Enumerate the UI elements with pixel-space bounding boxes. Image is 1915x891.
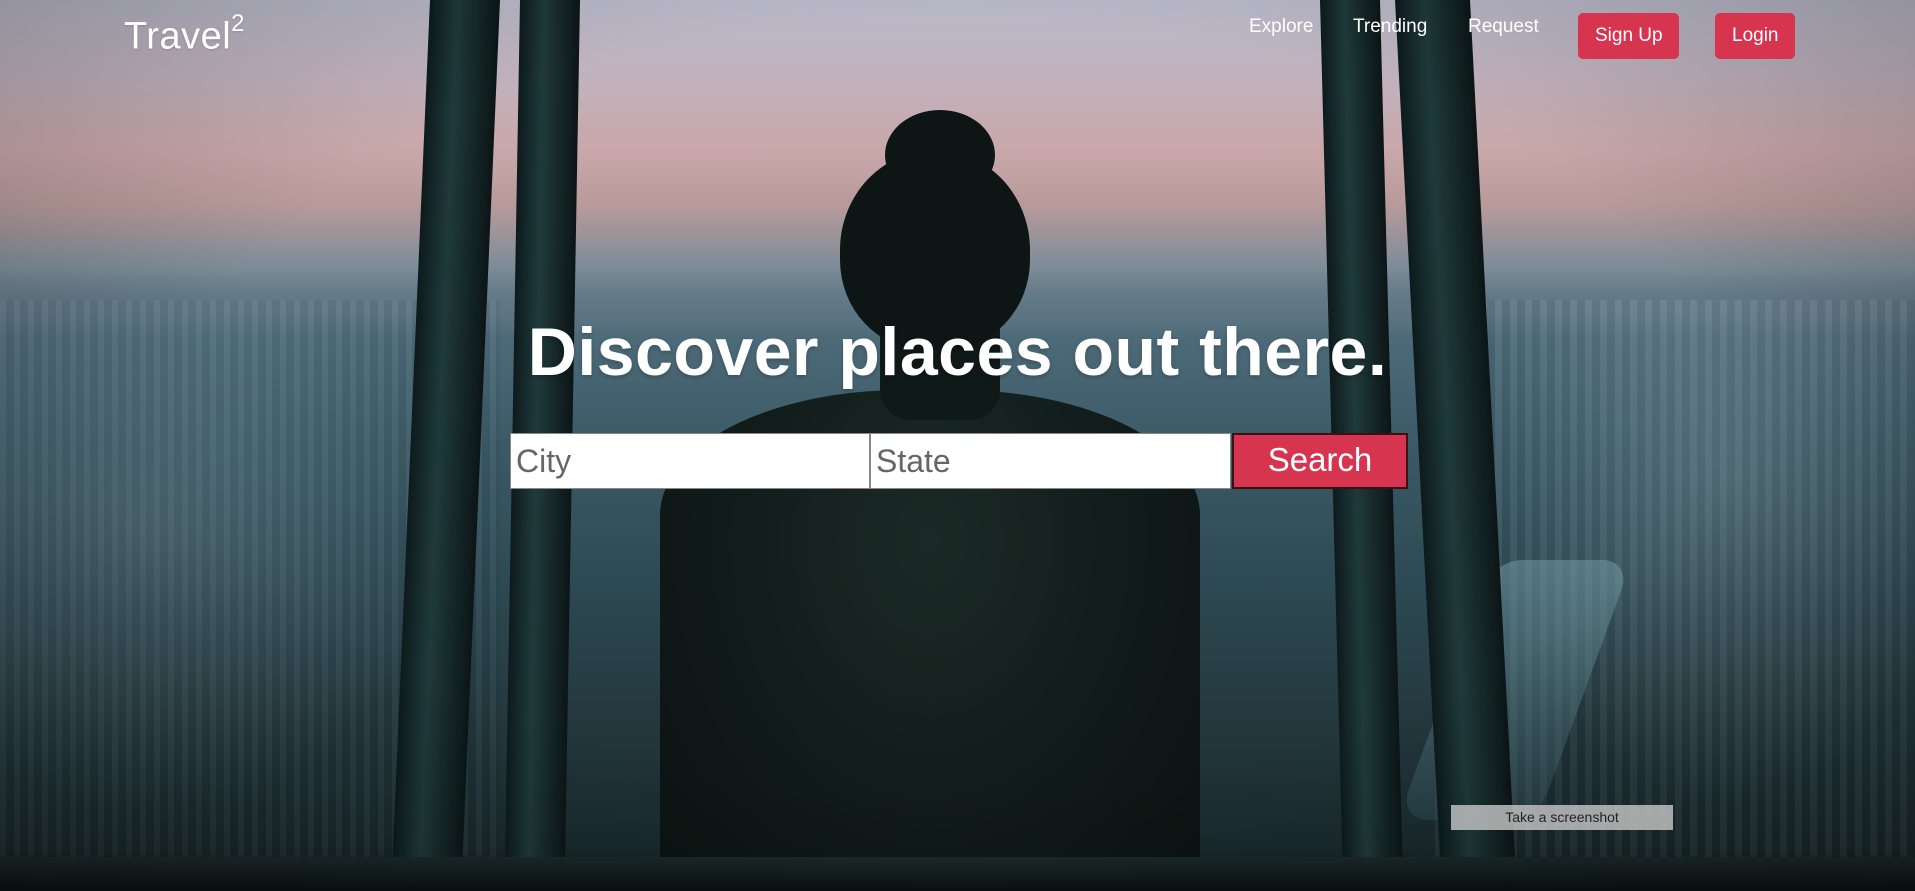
nav-link-request[interactable]: Request bbox=[1468, 16, 1539, 38]
state-input[interactable] bbox=[870, 433, 1231, 489]
window-sill bbox=[0, 857, 1915, 891]
take-screenshot-button[interactable]: Take a screenshot bbox=[1451, 805, 1673, 830]
search-button[interactable]: Search bbox=[1232, 433, 1408, 489]
hero-headline: Discover places out there. bbox=[527, 314, 1388, 390]
login-button[interactable]: Login bbox=[1715, 13, 1795, 59]
person-silhouette-hair-bun bbox=[885, 110, 995, 200]
brand-logo[interactable]: Travel2 bbox=[124, 10, 245, 59]
window-frame-right-inner bbox=[1320, 0, 1403, 860]
window-frame-left-inner bbox=[504, 0, 580, 860]
nav-link-explore[interactable]: Explore bbox=[1249, 16, 1313, 38]
city-input[interactable] bbox=[510, 433, 870, 489]
brand-superscript: 2 bbox=[231, 10, 246, 37]
nav-link-trending[interactable]: Trending bbox=[1353, 16, 1427, 38]
brand-name: Travel bbox=[124, 15, 232, 58]
signup-button[interactable]: Sign Up bbox=[1578, 13, 1679, 59]
landing-page: Travel2 Explore Trending Request Sign Up… bbox=[0, 0, 1915, 891]
